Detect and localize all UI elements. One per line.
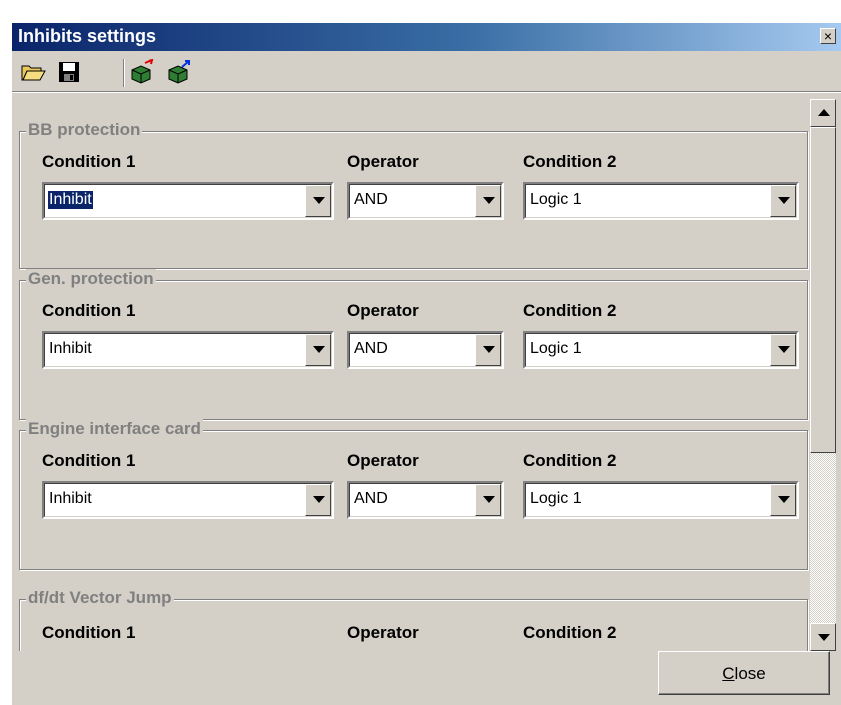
chevron-down-icon[interactable] [305,484,331,516]
select-value: Logic 1 [530,340,582,357]
condition1-select[interactable]: Inhibit [42,331,334,369]
chevron-down-icon[interactable] [770,484,796,516]
group-engine-interface-card: Engine interface card Condition 1 Operat… [19,419,808,570]
operator-select[interactable]: AND [347,481,504,519]
export-icon[interactable] [166,59,192,85]
select-value: AND [354,490,388,507]
save-icon[interactable] [56,59,82,85]
condition2-select[interactable]: Logic 1 [523,481,799,519]
condition2-label: Condition 2 [523,152,617,171]
settings-scroll-area[interactable]: BB protection Condition 1 Operator Condi… [12,99,841,651]
close-mnemonic: C [722,664,735,683]
condition2-label: Condition 2 [523,301,617,320]
toolbar [12,53,841,93]
chevron-down-icon[interactable] [475,185,501,217]
select-value: Logic 1 [530,191,582,208]
scroll-thumb[interactable] [810,127,836,453]
toolbar-separator [123,59,125,87]
select-value: AND [354,340,388,357]
condition2-select[interactable]: Logic 1 [523,331,799,369]
close-button[interactable]: Close [658,651,830,695]
inhibits-settings-window: Inhibits settings × BB protection Condit… [11,22,841,705]
vertical-scrollbar[interactable] [810,99,836,651]
select-value: Logic 1 [530,490,582,507]
group-title: Engine interface card [26,419,203,439]
chevron-down-icon[interactable] [770,185,796,217]
operator-label: Operator [347,301,419,320]
condition2-label: Condition 2 [523,451,617,470]
condition2-label: Condition 2 [523,623,617,642]
condition1-select[interactable]: Inhibit [42,182,334,220]
chevron-down-icon[interactable] [770,334,796,366]
group-bb-protection: BB protection Condition 1 Operator Condi… [19,120,808,269]
chevron-down-icon[interactable] [475,484,501,516]
chevron-down-icon[interactable] [305,185,331,217]
operator-label: Operator [347,152,419,171]
group-title: BB protection [26,120,143,140]
group-gen-protection: Gen. protection Condition 1 Operator Con… [19,269,808,420]
select-value: Inhibit [49,490,92,507]
group-df-dt-vector-jump: df/dt Vector Jump Condition 1 Operator C… [19,588,808,651]
select-value: AND [354,191,388,208]
operator-label: Operator [347,623,419,642]
chevron-down-icon[interactable] [475,334,501,366]
condition1-label: Condition 1 [42,623,136,642]
chevron-down-icon[interactable] [305,334,331,366]
close-label-rest: lose [734,664,766,683]
close-window-button[interactable]: × [820,28,836,44]
group-title: Gen. protection [26,269,156,289]
title-bar[interactable]: Inhibits settings × [12,23,841,51]
scroll-down-icon[interactable] [810,623,836,651]
import-icon[interactable] [129,58,155,85]
select-value: Inhibit [47,190,94,210]
open-folder-icon[interactable] [20,59,46,85]
operator-label: Operator [347,451,419,470]
operator-select[interactable]: AND [347,331,504,369]
select-value: Inhibit [49,340,92,357]
scroll-up-icon[interactable] [810,99,836,127]
operator-select[interactable]: AND [347,182,504,220]
condition2-select[interactable]: Logic 1 [523,182,799,220]
condition1-select[interactable]: Inhibit [42,481,334,519]
condition1-label: Condition 1 [42,152,136,171]
condition1-label: Condition 1 [42,451,136,470]
group-title: df/dt Vector Jump [26,588,174,608]
window-title: Inhibits settings [18,26,157,46]
condition1-label: Condition 1 [42,301,136,320]
